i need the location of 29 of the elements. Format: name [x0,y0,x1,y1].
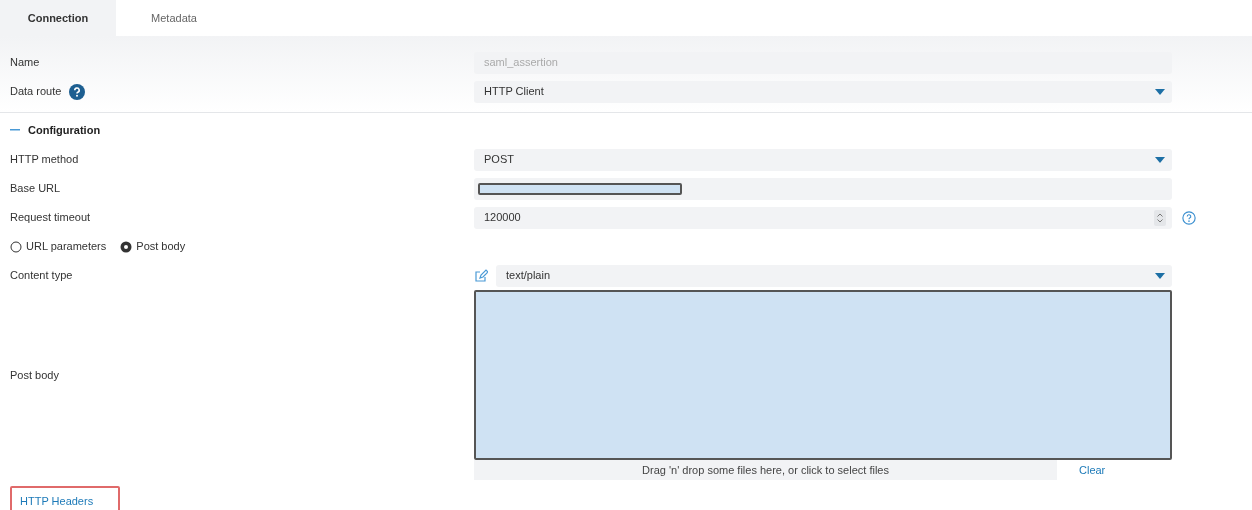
section-title: Configuration [28,122,101,138]
dropdown-caret-icon [1155,88,1165,95]
radio-selected-icon[interactable] [120,240,133,253]
url-field[interactable] [474,177,1172,200]
radio-option[interactable]: Post body [120,238,186,255]
field-label: Data route [10,84,62,100]
spinner-icon[interactable] [1154,209,1166,226]
number-field[interactable]: 120000 [474,206,1172,229]
field-label: Post body [10,367,59,383]
dropdown-caret-icon [1155,156,1165,163]
dropdown[interactable]: text/plain [496,264,1172,287]
dropdown-caret-icon [1155,272,1165,279]
tab[interactable]: Connection [0,0,116,36]
field-label: Request timeout [10,210,91,226]
help-icon[interactable] [69,83,86,100]
file-dropzone[interactable]: Drag 'n' drop some files here, or click to select files [474,460,1057,480]
radio-option[interactable]: URL parameters [10,238,107,255]
help-icon[interactable] [1182,210,1196,225]
radio-empty-icon[interactable] [10,240,22,253]
tab[interactable]: Metadata [116,0,232,36]
edit-icon[interactable] [474,268,488,283]
dropdown[interactable]: HTTP Client [474,80,1172,103]
field-label: HTTP method [10,152,79,168]
field-label: Content type [10,268,73,284]
http-headers-link[interactable]: HTTP Headers [10,486,120,510]
dropdown[interactable]: POST [474,148,1172,171]
clear-link[interactable]: Clear [1079,461,1106,479]
field-label: Name [10,55,40,71]
field-label: Base URL [10,181,61,197]
